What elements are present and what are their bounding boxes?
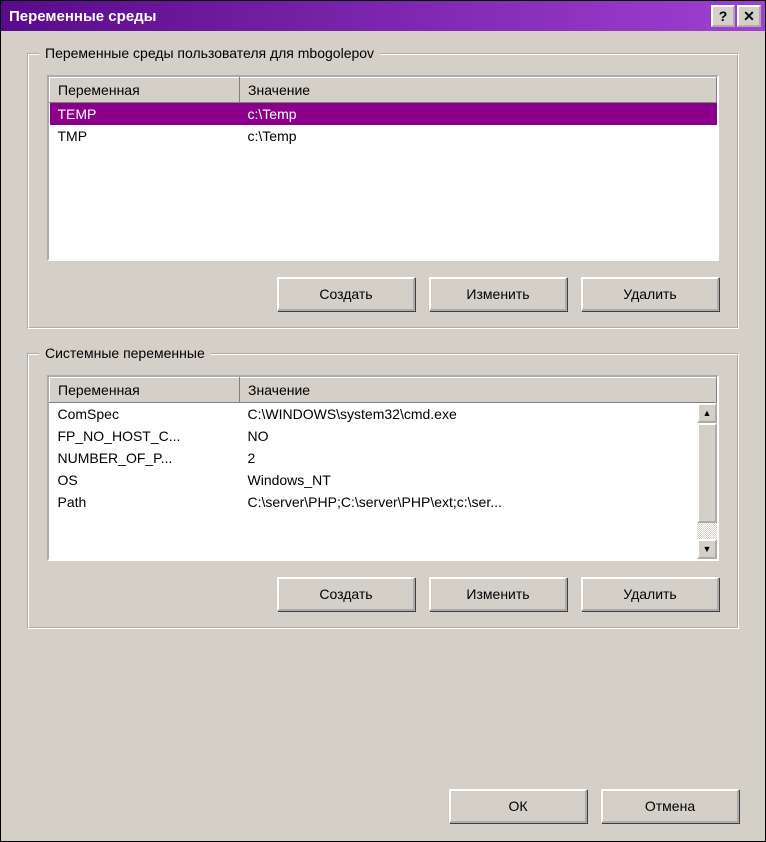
- variable-value-cell: c:\Temp: [240, 125, 717, 147]
- scroll-thumb[interactable]: [697, 423, 717, 523]
- chevron-down-icon: ▼: [703, 544, 712, 554]
- system-delete-button[interactable]: Удалить: [581, 577, 719, 611]
- user-new-button[interactable]: Создать: [277, 277, 415, 311]
- column-header-variable[interactable]: Переменная: [50, 78, 240, 103]
- table-row[interactable]: FP_NO_HOST_C...NO: [50, 425, 717, 447]
- system-variables-legend: Системные переменные: [39, 345, 211, 361]
- user-variables-group: Переменные среды пользователя для mbogol…: [27, 53, 739, 329]
- user-variables-list[interactable]: Переменная Значение TEMPc:\TempTMPc:\Tem…: [47, 75, 719, 261]
- titlebar: Переменные среды ? ✕: [1, 1, 765, 31]
- scroll-track[interactable]: [697, 423, 717, 539]
- scroll-up-button[interactable]: ▲: [697, 403, 717, 423]
- scroll-down-button[interactable]: ▼: [697, 539, 717, 559]
- column-header-value[interactable]: Значение: [240, 378, 717, 403]
- user-edit-button[interactable]: Изменить: [429, 277, 567, 311]
- variable-value-cell: c:\Temp: [240, 103, 717, 126]
- ok-button[interactable]: ОК: [449, 789, 587, 823]
- variable-value-cell: C:\server\PHP;C:\server\PHP\ext;c:\ser..…: [240, 491, 717, 513]
- help-button[interactable]: ?: [711, 5, 735, 27]
- variable-value-cell: C:\WINDOWS\system32\cmd.exe: [240, 403, 717, 426]
- system-variables-group: Системные переменные Переменная Значение…: [27, 353, 739, 629]
- dialog-body: Переменные среды пользователя для mbogol…: [1, 31, 765, 841]
- variable-name-cell: OS: [50, 469, 240, 491]
- table-row[interactable]: NUMBER_OF_P...2: [50, 447, 717, 469]
- table-row[interactable]: OSWindows_NT: [50, 469, 717, 491]
- variable-name-cell: TEMP: [50, 103, 240, 126]
- variable-name-cell: TMP: [50, 125, 240, 147]
- variable-value-cell: Windows_NT: [240, 469, 717, 491]
- table-row[interactable]: TEMPc:\Temp: [50, 103, 717, 126]
- variable-name-cell: ComSpec: [50, 403, 240, 426]
- table-row[interactable]: ComSpecC:\WINDOWS\system32\cmd.exe: [50, 403, 717, 426]
- system-list-scrollbar[interactable]: ▲ ▼: [697, 403, 717, 559]
- close-button[interactable]: ✕: [737, 5, 761, 27]
- variable-value-cell: NO: [240, 425, 717, 447]
- column-header-variable[interactable]: Переменная: [50, 378, 240, 403]
- system-edit-button[interactable]: Изменить: [429, 577, 567, 611]
- column-header-value[interactable]: Значение: [240, 78, 717, 103]
- table-row[interactable]: TMPc:\Temp: [50, 125, 717, 147]
- variable-name-cell: Path: [50, 491, 240, 513]
- system-variables-list[interactable]: Переменная Значение ComSpecC:\WINDOWS\sy…: [47, 375, 719, 561]
- user-variables-legend: Переменные среды пользователя для mbogol…: [39, 45, 380, 61]
- table-row[interactable]: PathC:\server\PHP;C:\server\PHP\ext;c:\s…: [50, 491, 717, 513]
- variable-value-cell: 2: [240, 447, 717, 469]
- window-title: Переменные среды: [9, 8, 157, 25]
- user-delete-button[interactable]: Удалить: [581, 277, 719, 311]
- system-new-button[interactable]: Создать: [277, 577, 415, 611]
- cancel-button[interactable]: Отмена: [601, 789, 739, 823]
- chevron-up-icon: ▲: [703, 408, 712, 418]
- variable-name-cell: NUMBER_OF_P...: [50, 447, 240, 469]
- variable-name-cell: FP_NO_HOST_C...: [50, 425, 240, 447]
- question-icon: ?: [719, 8, 728, 24]
- close-icon: ✕: [743, 8, 755, 25]
- environment-variables-dialog: Переменные среды ? ✕ Переменные среды по…: [0, 0, 766, 842]
